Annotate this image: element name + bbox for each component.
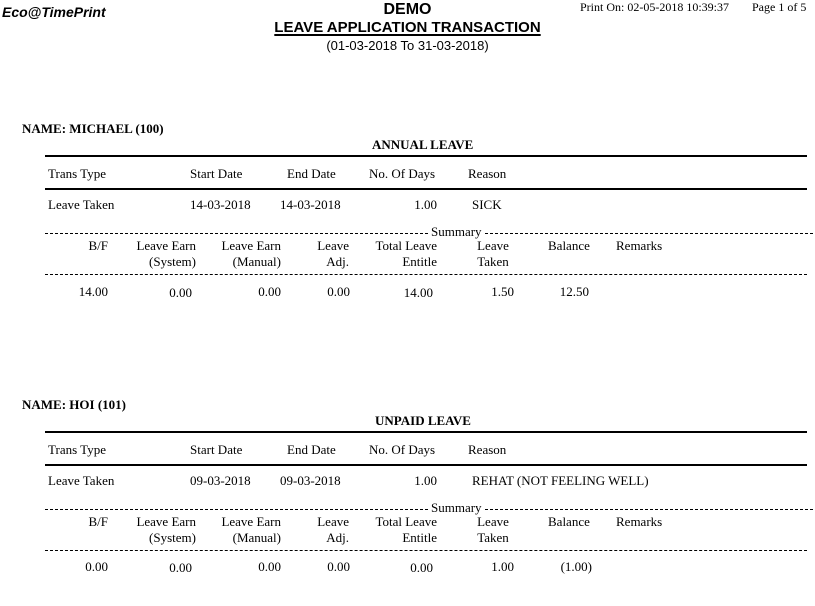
cell-days: 1.00 bbox=[414, 473, 437, 488]
sum-col-taken-2: Taken bbox=[477, 254, 509, 269]
sum-earn-manual: 0.00 bbox=[258, 559, 281, 574]
sum-col-adj-2: Adj. bbox=[326, 254, 349, 269]
col-no-of-days: No. Of Days bbox=[369, 442, 436, 457]
sum-balance: 12.50 bbox=[559, 284, 589, 299]
sum-taken: 1.50 bbox=[491, 284, 514, 299]
cell-start-date: 09-03-2018 bbox=[190, 473, 251, 488]
sum-col-balance: Balance bbox=[548, 238, 590, 253]
sum-bf: 0.00 bbox=[85, 559, 108, 574]
sum-col-remarks: Remarks bbox=[616, 238, 663, 253]
cell-trans-type: Leave Taken bbox=[48, 197, 115, 212]
sum-col-taken-2: Taken bbox=[477, 530, 509, 545]
col-reason: Reason bbox=[468, 442, 507, 457]
sum-col-earn-system-2: (System) bbox=[149, 254, 196, 269]
table-top-rule bbox=[45, 155, 807, 157]
sum-col-adj-1: Leave bbox=[317, 514, 349, 529]
cell-trans-type: Leave Taken bbox=[48, 473, 115, 488]
sum-col-bf: B/F bbox=[88, 238, 108, 253]
col-end-date: End Date bbox=[287, 442, 336, 457]
cell-reason: REHAT (NOT FEELING WELL) bbox=[472, 473, 649, 488]
employee-name: NAME: MICHAEL (100) bbox=[22, 121, 164, 136]
cell-start-date: 14-03-2018 bbox=[190, 197, 251, 212]
sum-col-earn-manual-2: (Manual) bbox=[232, 254, 281, 269]
sum-col-earn-manual-2: (Manual) bbox=[232, 530, 281, 545]
sum-col-balance: Balance bbox=[548, 514, 590, 529]
page-number: Page 1 of 5 bbox=[752, 0, 807, 14]
sum-earn-system: 0.00 bbox=[169, 560, 192, 575]
sum-col-entitle-1: Total Leave bbox=[375, 238, 437, 253]
col-start-date: Start Date bbox=[190, 442, 243, 457]
sum-balance: (1.00) bbox=[560, 559, 592, 574]
report-title-text: LEAVE APPLICATION TRANSACTION bbox=[274, 19, 541, 36]
sum-bf: 14.00 bbox=[78, 284, 108, 299]
table-top-rule bbox=[45, 431, 807, 433]
summary-header-divider bbox=[45, 274, 807, 275]
sum-col-taken-1: Leave bbox=[477, 514, 509, 529]
print-timestamp: Print On: 02-05-2018 10:39:37 bbox=[580, 0, 729, 14]
report-period: (01-03-2018 To 31-03-2018) bbox=[326, 38, 489, 53]
sum-adj: 0.00 bbox=[327, 284, 350, 299]
sum-col-entitle-1: Total Leave bbox=[375, 514, 437, 529]
cell-end-date: 14-03-2018 bbox=[280, 197, 341, 212]
sum-adj: 0.00 bbox=[327, 559, 350, 574]
sum-col-taken-1: Leave bbox=[477, 238, 509, 253]
table-header-rule bbox=[45, 464, 807, 466]
summary-header-divider bbox=[45, 550, 807, 551]
col-end-date: End Date bbox=[287, 166, 336, 181]
cell-days: 1.00 bbox=[414, 197, 437, 212]
sum-taken: 1.00 bbox=[491, 559, 514, 574]
sum-col-entitle-2: Entitle bbox=[402, 530, 437, 545]
sum-col-entitle-2: Entitle bbox=[402, 254, 437, 269]
sum-col-earn-system-2: (System) bbox=[149, 530, 196, 545]
sum-col-bf: B/F bbox=[88, 514, 108, 529]
sum-col-remarks: Remarks bbox=[616, 514, 663, 529]
table-header-rule bbox=[45, 188, 807, 190]
col-reason: Reason bbox=[468, 166, 507, 181]
sum-col-adj-2: Adj. bbox=[326, 530, 349, 545]
leave-type-title: ANNUAL LEAVE bbox=[372, 137, 474, 152]
col-start-date: Start Date bbox=[190, 166, 243, 181]
sum-col-earn-system-1: Leave Earn bbox=[136, 238, 196, 253]
col-no-of-days: No. Of Days bbox=[369, 166, 436, 181]
sum-col-earn-system-1: Leave Earn bbox=[136, 514, 196, 529]
sum-col-adj-1: Leave bbox=[317, 238, 349, 253]
leave-type-title: UNPAID LEAVE bbox=[375, 413, 471, 428]
sum-col-earn-manual-1: Leave Earn bbox=[221, 514, 281, 529]
report-title: LEAVE APPLICATION TRANSACTION bbox=[0, 19, 815, 36]
sum-earn-system: 0.00 bbox=[169, 285, 192, 300]
col-trans-type: Trans Type bbox=[48, 442, 106, 457]
sum-earn-manual: 0.00 bbox=[258, 284, 281, 299]
employee-name: NAME: HOI (101) bbox=[22, 397, 126, 412]
cell-reason: SICK bbox=[472, 197, 502, 212]
sum-entitle: 14.00 bbox=[403, 285, 433, 300]
cell-end-date: 09-03-2018 bbox=[280, 473, 341, 488]
sum-col-earn-manual-1: Leave Earn bbox=[221, 238, 281, 253]
col-trans-type: Trans Type bbox=[48, 166, 106, 181]
sum-entitle: 0.00 bbox=[410, 560, 433, 575]
